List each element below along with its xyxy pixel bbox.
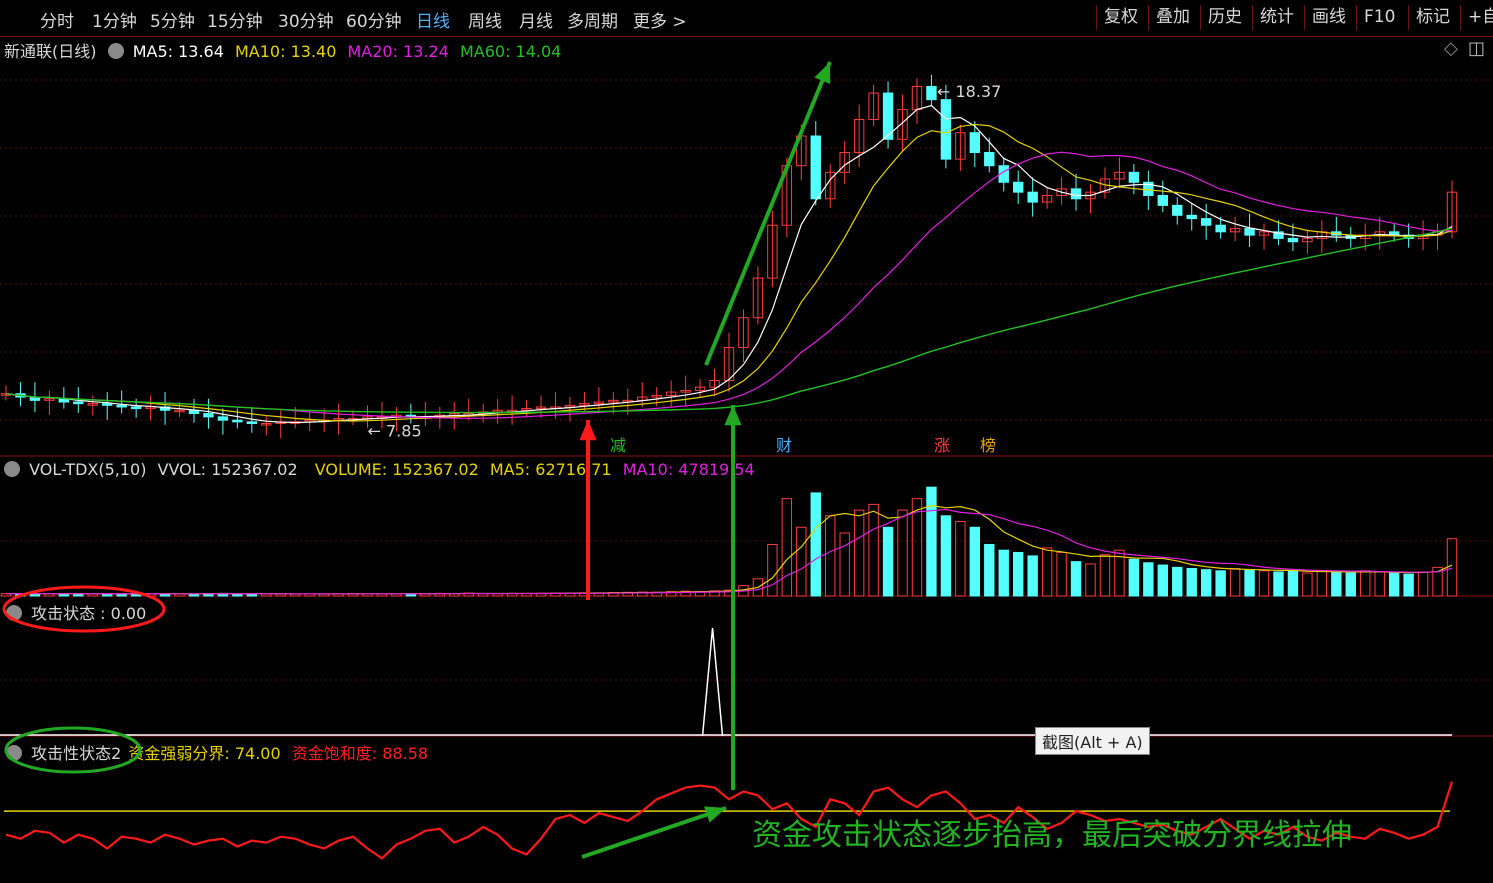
candle-body <box>1070 188 1082 200</box>
candle-body <box>1027 191 1038 203</box>
event-mark-3: 榜 <box>980 436 996 455</box>
volume-bar <box>1027 555 1038 597</box>
volume-bar <box>810 492 821 597</box>
volume-bar <box>1157 564 1168 597</box>
volume-bar <box>825 515 836 597</box>
volume-bar <box>969 526 981 597</box>
candle-body <box>940 99 952 160</box>
volume-bar <box>1403 573 1414 597</box>
volume-bar <box>1360 570 1371 597</box>
volume-bar <box>1273 571 1284 597</box>
attack-spike-line <box>701 627 724 737</box>
volume-bar <box>955 521 966 597</box>
volume-bar <box>868 503 879 597</box>
volume-bar <box>1244 569 1255 597</box>
volume-bar <box>1446 538 1458 597</box>
volume-bar <box>1172 566 1183 597</box>
candle-body <box>217 416 229 421</box>
annotation-text: 资金攻击状态逐步抬高，最后突破分界线拉伸 <box>752 818 1352 853</box>
volume-bar <box>926 486 937 597</box>
volume-bar <box>1013 551 1024 597</box>
volume-bar <box>1258 570 1270 597</box>
volume-bar <box>1287 570 1299 597</box>
volume-bar <box>1331 571 1342 597</box>
candle-body <box>926 85 937 101</box>
volume-bar <box>1345 572 1356 597</box>
candle-body <box>246 421 258 424</box>
volume-bar <box>1041 547 1053 597</box>
candle-body <box>1215 224 1226 233</box>
volume-bar <box>1316 570 1328 597</box>
candle-body <box>1157 194 1168 206</box>
volume-bar <box>1215 570 1226 597</box>
candle-body <box>1013 181 1024 193</box>
candle-body <box>969 132 981 154</box>
volume-bar <box>1229 568 1241 597</box>
volume-bar <box>940 515 952 597</box>
volume-ma5-line <box>5 504 1453 595</box>
volume-bar <box>1099 554 1111 597</box>
volume-bar <box>781 498 793 597</box>
candle-body <box>203 413 214 418</box>
volume-bar <box>839 532 850 597</box>
candle-body <box>232 419 243 423</box>
trend-arrow-head <box>814 62 831 84</box>
volume-bar <box>1143 562 1154 597</box>
volume-bar <box>882 526 894 597</box>
volume-bar <box>1200 569 1212 597</box>
volume-bar <box>984 543 995 597</box>
candle-body <box>116 404 127 408</box>
volume-bar <box>1056 551 1067 597</box>
candle-body <box>1287 237 1299 243</box>
low-price-label: ← 7.85 <box>368 421 422 440</box>
candle-body <box>1244 228 1255 236</box>
volume-bar <box>1302 572 1313 597</box>
volume-bar <box>1128 558 1140 597</box>
volume-bar <box>998 549 1009 597</box>
event-mark-0: 减 <box>610 436 626 455</box>
stock-chart[interactable]: ← 18.37 ← 7.85 减 财 涨 榜 <box>0 0 1493 883</box>
candle-body <box>984 152 995 167</box>
fund-rise-arrow-head <box>704 806 726 823</box>
candle-body <box>1200 218 1212 226</box>
volume-bar <box>1374 571 1385 597</box>
candle-body <box>1128 171 1140 183</box>
candle-body <box>1172 204 1183 216</box>
candle-body <box>130 406 142 410</box>
screenshot-tooltip: 截图(Alt + A) <box>1035 727 1150 755</box>
candle-body <box>102 403 113 406</box>
volume-bar <box>1085 563 1096 597</box>
volume-bar <box>1070 561 1082 597</box>
event-mark-2: 涨 <box>934 436 950 455</box>
volume-bar <box>1388 572 1400 597</box>
candle-body <box>810 135 821 200</box>
high-price-label: ← 18.37 <box>937 82 1001 101</box>
volume-ma10-line <box>5 508 1453 595</box>
event-mark-1: 财 <box>776 436 792 455</box>
red-vertical-arrow-head <box>579 420 597 441</box>
volume-bar <box>1417 571 1429 597</box>
volume-bar <box>853 509 865 597</box>
candle-body <box>1186 214 1197 220</box>
volume-bar <box>796 526 807 597</box>
volume-bar <box>897 509 908 597</box>
volume-bar <box>767 543 778 597</box>
candle-body <box>73 401 84 405</box>
volume-bar <box>1186 568 1197 597</box>
